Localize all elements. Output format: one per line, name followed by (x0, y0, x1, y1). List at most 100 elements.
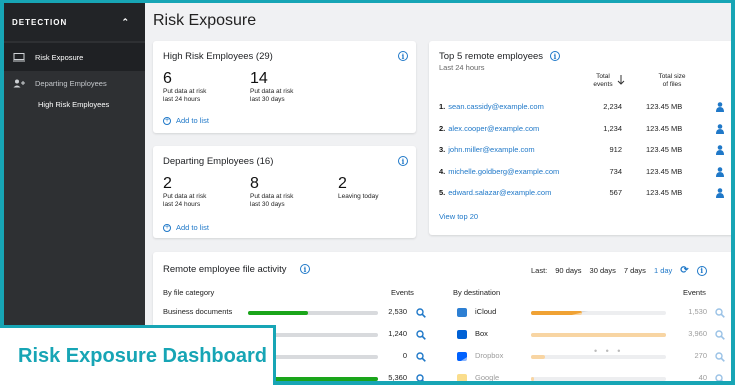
info-icon[interactable]: i (696, 265, 707, 276)
magnifier-icon[interactable] (416, 330, 426, 340)
page-title: Risk Exposure (153, 12, 257, 29)
user-icon[interactable] (716, 167, 724, 177)
user-icon[interactable] (716, 102, 724, 112)
stat-value: 2 (163, 175, 172, 192)
destination-label: Box (475, 329, 488, 338)
user-icon[interactable] (716, 145, 724, 155)
employee-email-link[interactable]: 3. john.miller@example.com (439, 145, 535, 154)
employee-email-link[interactable]: 2. alex.cooper@example.com (439, 124, 539, 133)
column-header-size[interactable]: Total size of files (651, 73, 693, 89)
user-icon[interactable] (716, 124, 724, 134)
card-subtitle: Last 24 hours (439, 63, 485, 72)
sort-arrow-down-icon[interactable] (617, 75, 625, 85)
stat-label: Put data at risk last 30 days (250, 88, 294, 103)
filter-90-days[interactable]: 90 days (555, 266, 581, 275)
sidebar-section-header[interactable]: DETECTION ⌃ (4, 3, 145, 41)
user-icon[interactable] (716, 188, 724, 198)
plus-circle-icon: + (163, 223, 171, 232)
stat-value: 2 (338, 175, 347, 192)
sidebar-item-label: Departing Employees (35, 78, 107, 88)
rank: 4. (439, 167, 446, 176)
table-row[interactable]: 4. michelle.goldberg@example.com 734 123.… (439, 167, 731, 179)
events-value: 2,234 (603, 102, 622, 111)
magnifier-icon[interactable] (715, 352, 725, 362)
destination-bar-track (531, 377, 666, 381)
card-title: High Risk Employees (29) (163, 51, 273, 62)
table-row[interactable]: 2. alex.cooper@example.com 1,234 123.45 M… (439, 124, 731, 136)
email-text: edward.salazar@example.com (448, 188, 552, 197)
add-to-list-label: Add to list (176, 116, 209, 125)
magnifier-icon[interactable] (416, 308, 426, 318)
category-events-value: 2,530 (388, 307, 407, 316)
info-icon[interactable]: i (398, 156, 408, 166)
sidebar-item-label: Risk Exposure (35, 52, 84, 62)
add-to-list-link[interactable]: + Add to list (163, 116, 209, 125)
magnifier-icon[interactable] (715, 308, 725, 318)
destination-events-value: 1,530 (688, 307, 707, 316)
sidebar-item-departing-employees[interactable]: Departing Employees (4, 71, 145, 95)
category-row[interactable]: Business documents 2,530 (163, 307, 433, 319)
employee-email-link[interactable]: 4. michelle.goldberg@example.com (439, 167, 559, 176)
size-value: 123.45 MB (646, 102, 683, 111)
view-top-20-link[interactable]: View top 20 (439, 212, 478, 221)
employee-email-link[interactable]: 5. edward.salazar@example.com (439, 188, 551, 197)
sidebar-subitem-high-risk-employees[interactable]: High Risk Employees (4, 95, 145, 113)
stat-block: 8 Put data at risk last 30 days (250, 175, 293, 209)
table-row[interactable]: 3. john.miller@example.com 912 123.45 MB (439, 145, 731, 157)
info-icon[interactable]: i (300, 264, 310, 274)
magnifier-icon[interactable] (715, 330, 725, 340)
destination-label: iCloud (475, 307, 497, 316)
google-drive-icon (457, 374, 467, 381)
info-icon[interactable]: i (398, 51, 408, 61)
high-risk-employees-card: High Risk Employees (29) i 6 Put data at… (153, 41, 416, 133)
plus-circle-icon: + (163, 116, 171, 125)
rank: 3. (439, 145, 446, 154)
stat-label: Put data at risk last 24 hours (163, 88, 207, 103)
stat-block: 14 Put data at risk last 30 days (250, 70, 293, 104)
destination-row[interactable]: Box 3,960 (453, 329, 731, 341)
destination-bar-fill (531, 311, 583, 315)
table-row[interactable]: 5. edward.salazar@example.com 567 123.45 … (439, 188, 731, 200)
filter-7-days[interactable]: 7 days (624, 266, 646, 275)
events-value: 567 (609, 188, 622, 197)
filter-1-day[interactable]: 1 day (654, 266, 672, 275)
sidebar-item-risk-exposure[interactable]: Risk Exposure (4, 43, 145, 71)
card-title: Top 5 remote employees (439, 51, 544, 62)
by-destination-heading: By destination (453, 288, 501, 297)
events-value: 734 (609, 167, 622, 176)
box-icon (457, 330, 467, 339)
magnifier-icon[interactable] (715, 374, 725, 381)
table-row[interactable]: 1. sean.cassidy@example.com 2,234 123.45 … (439, 102, 731, 114)
category-bar-track (248, 311, 378, 315)
destination-bar-fill (531, 333, 666, 337)
top-remote-employees-card: Top 5 remote employees i Last 24 hours T… (429, 41, 731, 235)
magnifier-icon[interactable] (416, 374, 426, 381)
departing-employees-card: Departing Employees (16) i 2 Put data at… (153, 146, 416, 238)
column-header-events[interactable]: Total events (591, 73, 615, 89)
events-value: 912 (609, 145, 622, 154)
stat-label: Put data at risk last 30 days (250, 193, 294, 208)
filter-30-days[interactable]: 30 days (590, 266, 616, 275)
employee-email-link[interactable]: 1. sean.cassidy@example.com (439, 102, 544, 111)
refresh-icon[interactable]: ⟳ (680, 265, 688, 276)
size-value: 123.45 MB (646, 124, 683, 133)
destination-row[interactable]: Google 40 (453, 373, 731, 381)
carousel-dots-icon: • • • (594, 346, 624, 356)
stat-value: 6 (163, 70, 172, 87)
destination-events-value: 3,960 (688, 329, 707, 338)
destination-row[interactable]: iCloud 1,530 (453, 307, 731, 319)
destination-row[interactable]: Dropbox 270 (453, 351, 731, 363)
chevron-up-icon[interactable]: ⌃ (121, 17, 130, 28)
add-to-list-link[interactable]: + Add to list (163, 223, 209, 232)
category-events-value: 0 (402, 351, 407, 360)
size-value: 123.45 MB (646, 145, 683, 154)
info-icon[interactable]: i (550, 51, 560, 61)
banner-title: Risk Exposure Dashboard (18, 345, 267, 367)
magnifier-icon[interactable] (416, 352, 426, 362)
email-text: john.miller@example.com (448, 145, 535, 154)
email-text: sean.cassidy@example.com (448, 102, 544, 111)
dropbox-icon (457, 352, 467, 361)
sidebar-header-label: DETECTION (12, 17, 68, 27)
email-text: michelle.goldberg@example.com (448, 167, 560, 176)
destination-label: Dropbox (475, 351, 504, 360)
